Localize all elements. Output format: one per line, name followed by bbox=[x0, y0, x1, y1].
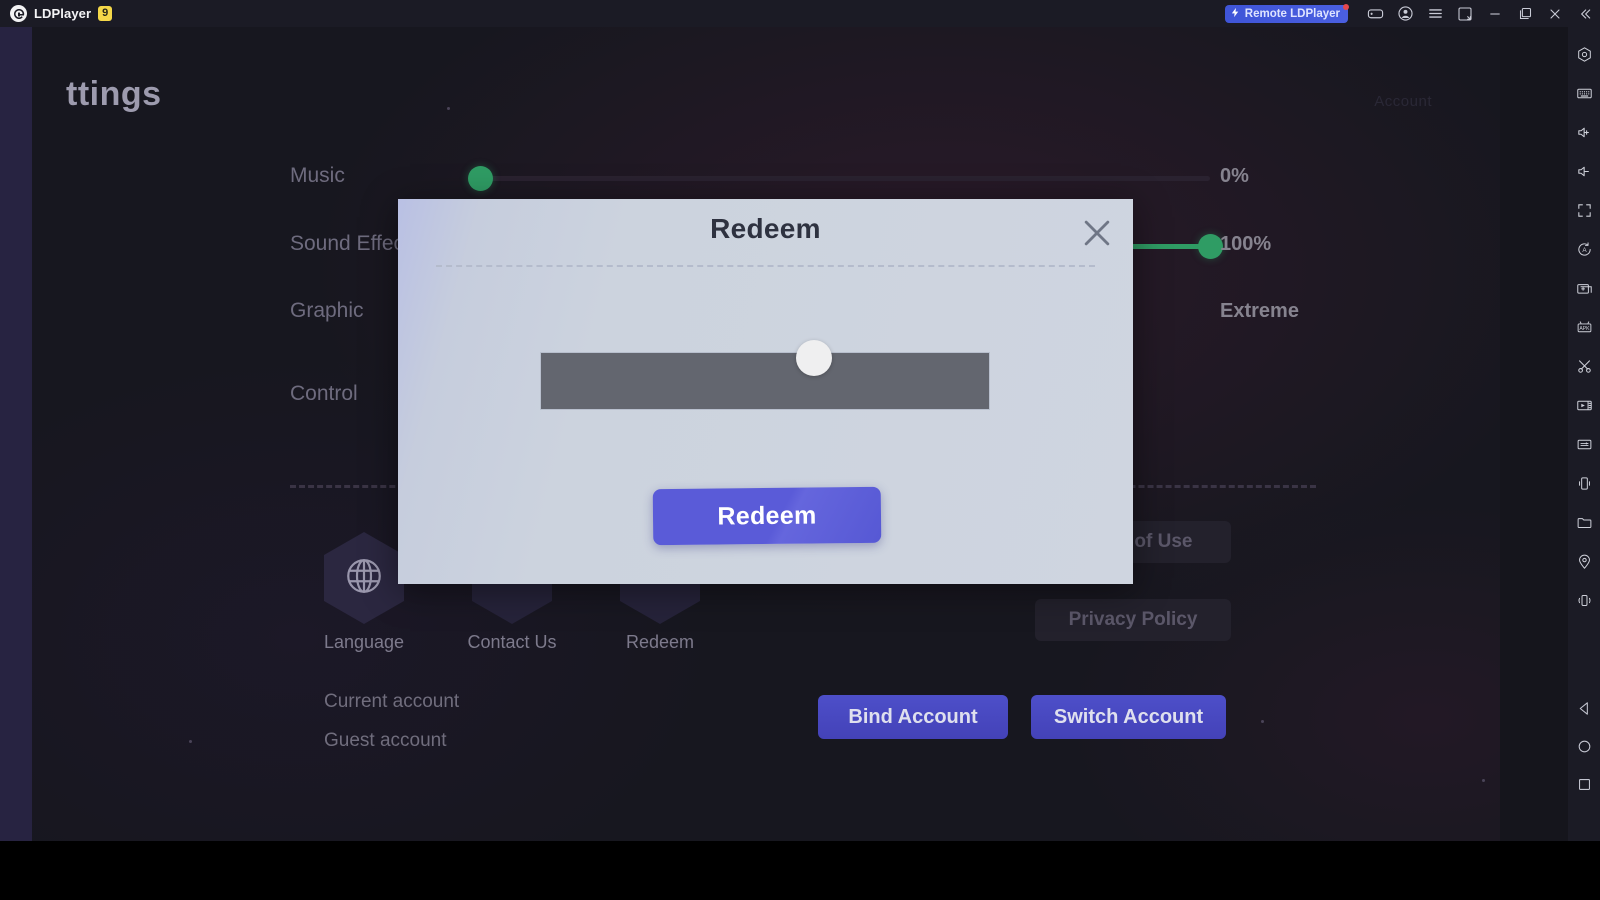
text-cursor-handle[interactable] bbox=[796, 340, 832, 376]
maximize-icon[interactable] bbox=[1510, 0, 1540, 27]
redeem-submit-button[interactable]: Redeem bbox=[652, 486, 882, 546]
app-title: LDPlayer bbox=[34, 6, 92, 21]
notification-dot bbox=[1343, 3, 1349, 10]
redeem-code-input[interactable] bbox=[540, 352, 990, 410]
decorative-dot bbox=[1261, 720, 1264, 723]
redeem-dialog: Redeem Redeem bbox=[398, 199, 1133, 584]
setting-label: Control bbox=[290, 382, 358, 405]
svg-text:APK: APK bbox=[1579, 326, 1590, 332]
close-icon[interactable] bbox=[1077, 213, 1117, 253]
redeem-submit-label: Redeem bbox=[717, 500, 817, 531]
gamepad-icon[interactable] bbox=[1360, 0, 1390, 27]
hex-label: Language bbox=[323, 632, 405, 652]
multi-instance-icon[interactable] bbox=[1568, 269, 1600, 308]
back-icon[interactable] bbox=[1568, 689, 1600, 727]
page-title: ttings bbox=[66, 75, 162, 113]
decorative-dot bbox=[447, 107, 450, 110]
keyboard-icon[interactable] bbox=[1568, 74, 1600, 113]
script-icon[interactable] bbox=[1568, 425, 1600, 464]
volume-down-icon[interactable] bbox=[1568, 152, 1600, 191]
hex-label: Contact Us bbox=[467, 632, 557, 652]
bottom-letterbox bbox=[0, 841, 1600, 900]
privacy-policy-button[interactable]: Privacy Policy bbox=[1035, 599, 1231, 641]
scissors-icon[interactable] bbox=[1568, 347, 1600, 386]
recents-icon[interactable] bbox=[1568, 765, 1600, 803]
titlebar-brand: LDPlayer 9 bbox=[0, 5, 113, 22]
switch-account-label: Switch Account bbox=[1053, 705, 1204, 728]
ldplayer-window: LDPlayer 9 Remote LDPlayer ttings Accoun… bbox=[0, 0, 1600, 900]
setting-value[interactable]: Extreme bbox=[1220, 300, 1299, 323]
setting-value: 0% bbox=[1220, 165, 1249, 187]
bind-account-button[interactable]: Bind Account bbox=[818, 695, 1008, 739]
video-record-icon[interactable] bbox=[1568, 386, 1600, 425]
hex-label: Redeem bbox=[625, 632, 695, 652]
language-button[interactable] bbox=[324, 532, 404, 624]
collapse-icon[interactable] bbox=[1570, 0, 1600, 27]
settings-icon[interactable] bbox=[1568, 35, 1600, 74]
decorative-dot bbox=[1482, 779, 1485, 782]
svg-text:A: A bbox=[1582, 247, 1587, 254]
music-slider-track[interactable] bbox=[468, 166, 1210, 191]
minimize-icon[interactable] bbox=[1480, 0, 1510, 27]
dialog-title: Redeem bbox=[710, 213, 821, 244]
auto-rotate-icon[interactable]: A bbox=[1568, 230, 1600, 269]
setting-label: Sound Effect bbox=[290, 232, 410, 255]
bind-account-label: Bind Account bbox=[848, 705, 978, 728]
apk-install-icon[interactable]: APK bbox=[1568, 308, 1600, 347]
titlebar-controls: Remote LDPlayer bbox=[1224, 0, 1600, 27]
topright-account-label: Account bbox=[1374, 93, 1432, 110]
ldplayer-logo-icon bbox=[10, 5, 27, 22]
vibrate-icon[interactable] bbox=[1568, 581, 1600, 620]
privacy-policy-label: Privacy Policy bbox=[1068, 609, 1198, 630]
close-icon[interactable] bbox=[1540, 0, 1570, 27]
switch-account-button[interactable]: Switch Account bbox=[1031, 695, 1226, 739]
current-account-label: Current account bbox=[324, 691, 460, 712]
window-snap-icon[interactable] bbox=[1450, 0, 1480, 27]
account-icon[interactable] bbox=[1390, 0, 1420, 27]
setting-label: Music bbox=[290, 164, 345, 187]
remote-ldplayer-button[interactable]: Remote LDPlayer bbox=[1224, 3, 1349, 23]
account-name: Guest account bbox=[324, 730, 447, 751]
globe-icon bbox=[343, 555, 385, 602]
fullscreen-icon[interactable] bbox=[1568, 191, 1600, 230]
shake-icon[interactable] bbox=[1568, 464, 1600, 503]
ldplayer-toolbar: A APK bbox=[1568, 27, 1600, 841]
music-slider-knob[interactable] bbox=[468, 166, 493, 191]
version-badge: 9 bbox=[98, 6, 113, 21]
menu-icon[interactable] bbox=[1420, 0, 1450, 27]
dialog-divider bbox=[436, 265, 1095, 267]
setting-value: 100% bbox=[1220, 233, 1272, 255]
lightning-icon bbox=[1230, 6, 1241, 22]
home-icon[interactable] bbox=[1568, 727, 1600, 765]
remote-label: Remote LDPlayer bbox=[1244, 7, 1340, 20]
left-edge-strip bbox=[0, 27, 32, 841]
setting-label: Graphic bbox=[290, 299, 364, 322]
setting-row-music: Music 0% bbox=[290, 164, 1320, 194]
volume-up-icon[interactable] bbox=[1568, 113, 1600, 152]
folder-icon[interactable] bbox=[1568, 503, 1600, 542]
decorative-dot bbox=[189, 740, 192, 743]
location-icon[interactable] bbox=[1568, 542, 1600, 581]
android-screen: ttings Account Music 0% Sound Effect 100… bbox=[32, 27, 1500, 841]
window-titlebar: LDPlayer 9 Remote LDPlayer bbox=[0, 0, 1600, 27]
